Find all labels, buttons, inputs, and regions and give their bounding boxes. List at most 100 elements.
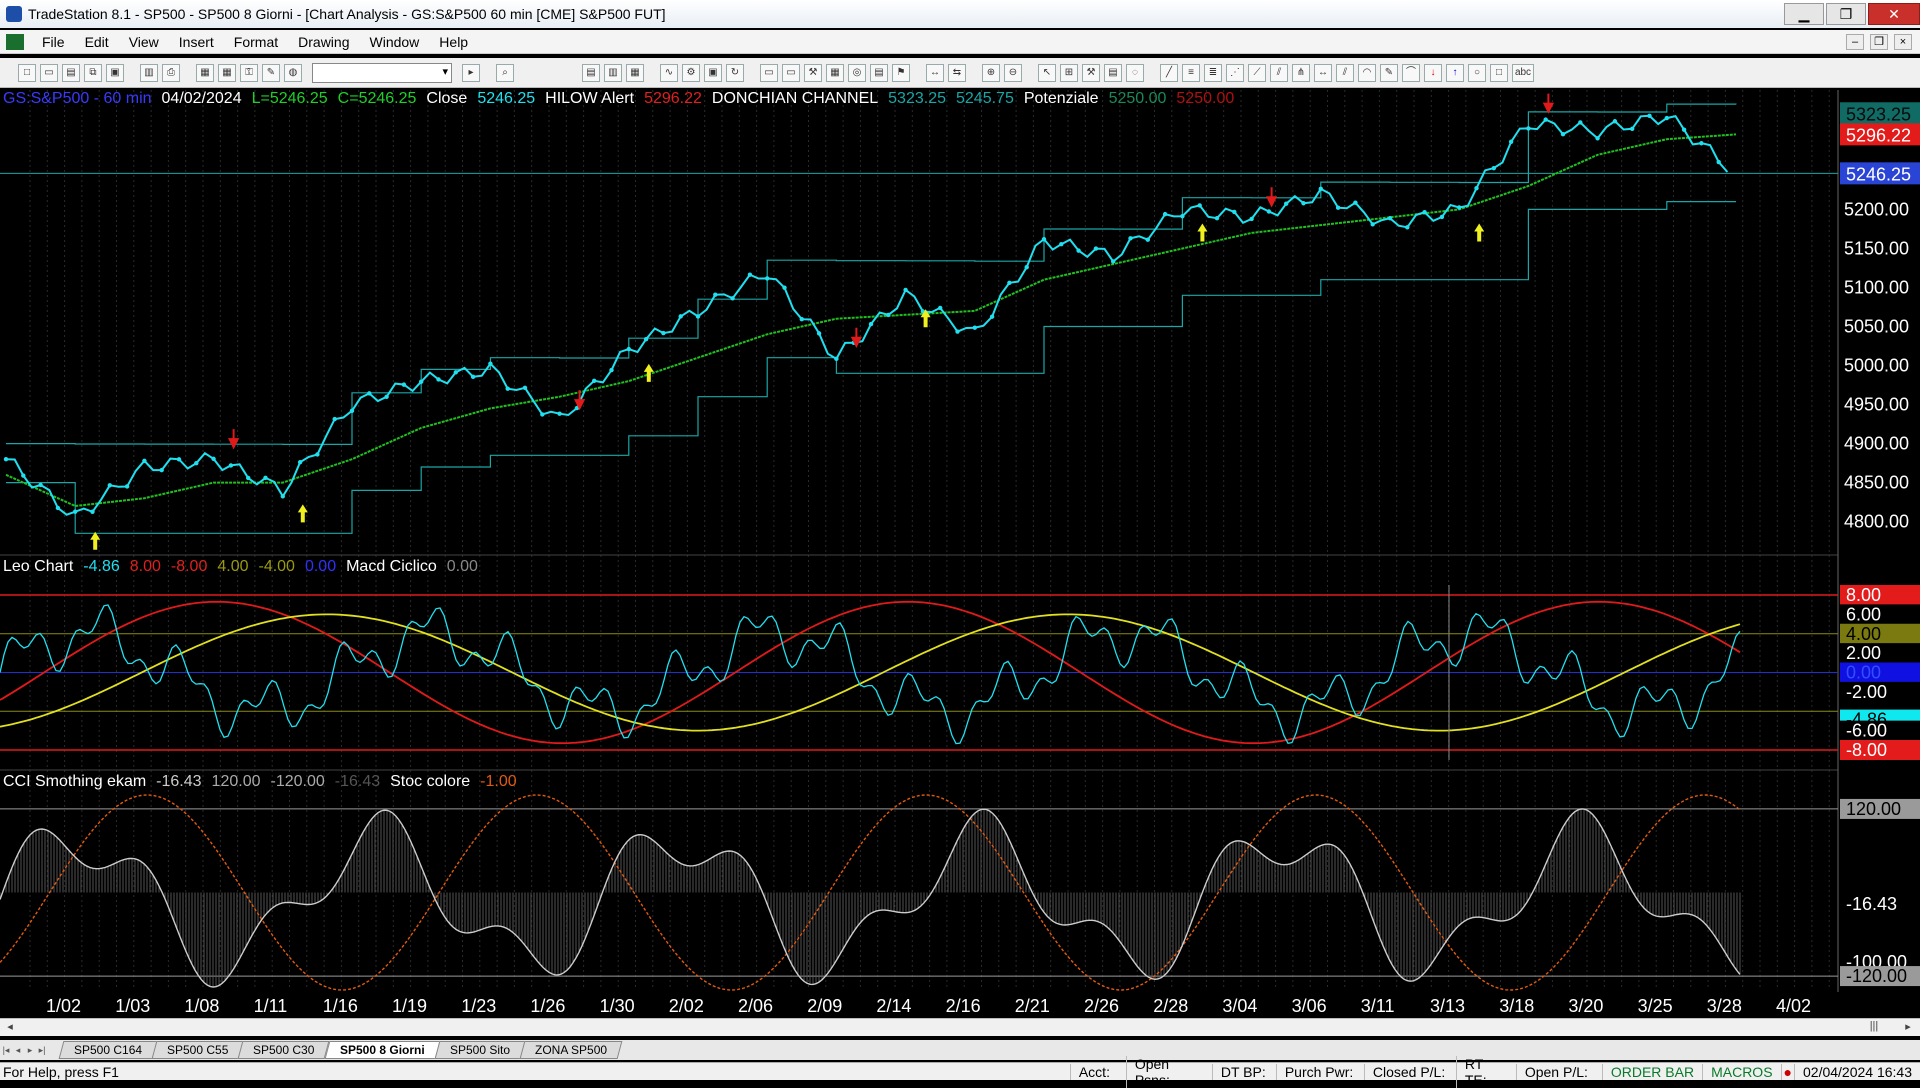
price-point (73, 509, 78, 514)
matrix-icon[interactable]: ▦ (826, 63, 844, 82)
tab-sp500-sito[interactable]: SP500 Sito (434, 1041, 526, 1059)
price-point (643, 337, 649, 342)
date-axis-label: 3/18 (1499, 996, 1534, 1016)
compress-icon[interactable]: ⇆ (948, 63, 966, 82)
fan-icon[interactable]: ⋰ (1226, 63, 1244, 82)
date-axis-label: 2/21 (1015, 996, 1050, 1016)
open-workspace-icon[interactable]: ▤ (62, 63, 80, 82)
price-point (228, 463, 234, 468)
save-icon[interactable]: ▣ (106, 63, 124, 82)
search-icon[interactable]: ⌕ (496, 63, 514, 82)
tab-first-icon[interactable]: |◂ (0, 1045, 12, 1056)
menu-insert[interactable]: Insert (169, 34, 224, 50)
play-icon[interactable]: ▸ (462, 63, 480, 82)
menu-drawing[interactable]: Drawing (288, 34, 359, 50)
pitchfork-icon[interactable]: ⋔ (1292, 63, 1310, 82)
tab-next-icon[interactable]: ▸ (24, 1045, 36, 1056)
scanner-icon[interactable]: ▤ (870, 63, 888, 82)
print-preview-icon[interactable]: ▥ (140, 63, 158, 82)
horizontal-lines-icon[interactable]: ≡ (1182, 63, 1200, 82)
tab-sp500-8-giorni[interactable]: SP500 8 Giorni (324, 1041, 440, 1059)
rectangle-icon[interactable]: □ (1490, 63, 1508, 82)
chart-window-icon[interactable] (6, 33, 24, 50)
window-link2-icon[interactable]: ▦ (218, 63, 236, 82)
bar-style-icon[interactable]: ▤ (582, 63, 600, 82)
zoom-in-icon[interactable]: ⊕ (982, 63, 1000, 82)
close-button[interactable]: ✕ (1868, 3, 1920, 25)
tab-last-icon[interactable]: ▸| (36, 1045, 48, 1056)
new-icon[interactable]: □ (18, 63, 36, 82)
menu-format[interactable]: Format (224, 34, 288, 50)
fib-icon[interactable]: ≣ (1204, 63, 1222, 82)
order-bar-button[interactable]: ORDER BAR (1601, 1063, 1702, 1080)
grid-icon[interactable]: ▦ (626, 63, 644, 82)
scroll-thumb-icon[interactable]: ||| (1866, 1020, 1882, 1034)
menu-edit[interactable]: Edit (75, 34, 119, 50)
symbol-input[interactable] (312, 62, 452, 83)
insert-icon[interactable]: ▭ (782, 63, 800, 82)
lock-icon[interactable]: ⚿ (240, 63, 258, 82)
price-point (349, 408, 355, 414)
arrow-down-icon[interactable]: ↓ (1424, 63, 1442, 82)
print-icon[interactable]: ⎙ (162, 63, 180, 82)
date-axis-label: 1/03 (115, 996, 150, 1016)
speed-line-icon[interactable]: ⟋ (1248, 63, 1266, 82)
indicator-icon[interactable]: ∿ (660, 63, 678, 82)
price-point (1301, 201, 1306, 206)
pointer-icon[interactable]: ↖ (1038, 63, 1056, 82)
price-point (297, 460, 303, 465)
mdi-minimize-button[interactable]: – (1846, 33, 1864, 50)
zoom-out-icon[interactable]: ⊖ (1004, 63, 1022, 82)
flag-icon[interactable]: ⚑ (892, 63, 910, 82)
format-icon[interactable]: ▭ (760, 63, 778, 82)
horizontal-scrollbar[interactable]: ◂ ||| ▸ (0, 1018, 1920, 1036)
chart-analysis-window[interactable]: 5200.00 5150.00 5100.00 5050.00 5000.00 4950.… (0, 90, 1920, 1032)
drawing-icon[interactable]: ✎ (262, 63, 280, 82)
space-right-icon[interactable]: ↔ (926, 63, 944, 82)
data-tip-icon[interactable]: ⊞ (1060, 63, 1078, 82)
horizontal-arrow-icon[interactable]: ↔ (1314, 63, 1332, 82)
price-point (107, 483, 113, 488)
mdi-close-button[interactable]: × (1894, 33, 1912, 50)
channel-icon[interactable]: ⫽ (1336, 63, 1354, 82)
refresh-icon[interactable]: ↻ (726, 63, 744, 82)
gann-icon[interactable]: ⫽ (1270, 63, 1288, 82)
ellipse-icon[interactable]: ○ (1468, 63, 1486, 82)
globe-icon[interactable]: ◍ (284, 63, 302, 82)
chart-type-icon[interactable]: ▣ (704, 63, 722, 82)
radar-icon[interactable]: ◎ (848, 63, 866, 82)
copy-icon[interactable]: ⧉ (84, 63, 102, 82)
scroll-left-icon[interactable]: ◂ (2, 1020, 18, 1034)
tab-zona-sp500[interactable]: ZONA SP500 (519, 1041, 623, 1059)
curve-icon[interactable]: ⌒ (1402, 63, 1420, 82)
price-axis-label: 5200.00 (1844, 199, 1909, 219)
text-icon[interactable]: abc (1512, 63, 1534, 82)
mdi-restore-button[interactable]: ❐ (1870, 33, 1888, 50)
arc-icon[interactable]: ◠ (1358, 63, 1376, 82)
candle-style-icon[interactable]: ▥ (604, 63, 622, 82)
macros-button[interactable]: MACROS (1702, 1063, 1780, 1080)
menu-file[interactable]: File (32, 34, 75, 50)
hammer-icon[interactable]: ⚒ (1082, 63, 1100, 82)
price-point (505, 386, 510, 391)
tab-sp500-c164[interactable]: SP500 C164 (58, 1041, 158, 1059)
arrow-up-icon[interactable]: ↑ (1446, 63, 1464, 82)
trendline-icon[interactable]: ╱ (1160, 63, 1178, 82)
window-link-icon[interactable]: ▦ (196, 63, 214, 82)
menu-view[interactable]: View (119, 34, 169, 50)
tab-sp500-c55[interactable]: SP500 C55 (151, 1041, 244, 1059)
freehand-icon[interactable]: ✎ (1380, 63, 1398, 82)
price-tag-label: 5246.25 (1846, 164, 1911, 184)
scroll-right-icon[interactable]: ▸ (1900, 1020, 1916, 1034)
restore-button[interactable]: ❐ (1826, 3, 1866, 25)
open-icon[interactable]: ▭ (40, 63, 58, 82)
minimize-button[interactable]: ▁ (1784, 3, 1824, 25)
tab-prev-icon[interactable]: ◂ (12, 1045, 24, 1056)
object-list-icon[interactable]: ▤ (1104, 63, 1122, 82)
menu-help[interactable]: Help (429, 34, 478, 50)
tab-sp500-c30[interactable]: SP500 C30 (238, 1041, 331, 1059)
menu-window[interactable]: Window (360, 34, 430, 50)
tools-icon[interactable]: ⚒ (804, 63, 822, 82)
erase-icon[interactable]: ◌ (1126, 63, 1144, 82)
strategy-icon[interactable]: ⚙ (682, 63, 700, 82)
